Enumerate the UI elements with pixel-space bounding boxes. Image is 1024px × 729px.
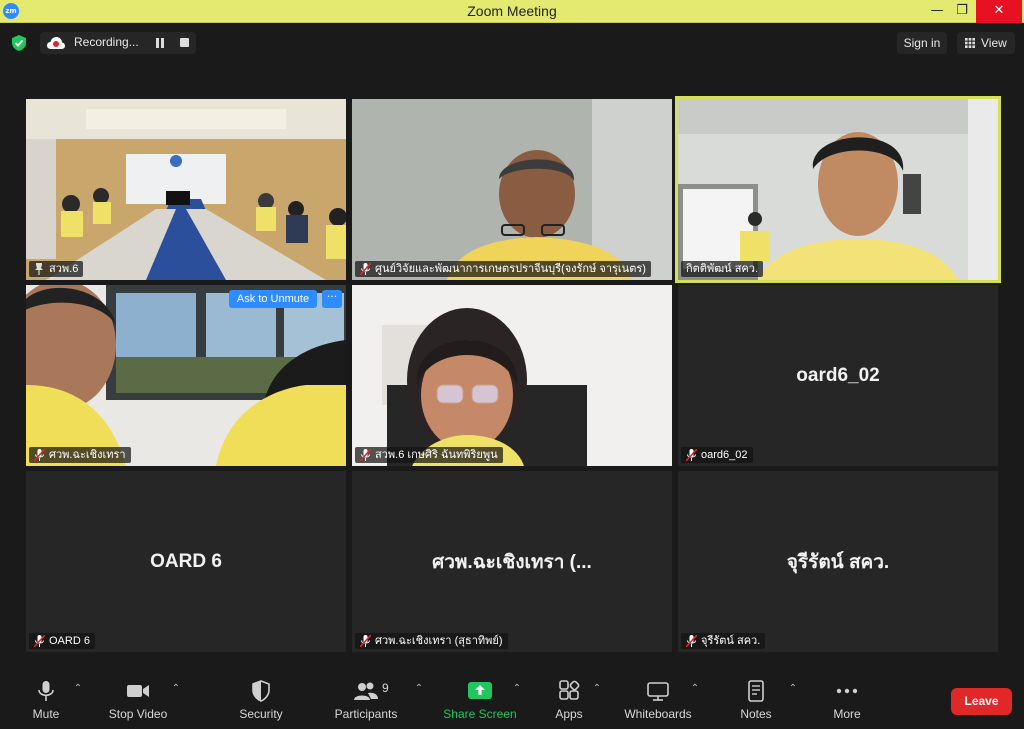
participants-icon — [354, 682, 378, 700]
audio-options-chevron-icon[interactable]: ⌃ — [73, 684, 83, 694]
participant-name: ศวพ.ฉะเชิงเทรา — [49, 449, 126, 461]
participant-name: สวพ.6 — [49, 263, 79, 275]
participant-name-tag: สวพ.6 เกษศิริ ฉันทพิริยพูน — [355, 447, 503, 463]
mic-off-icon — [34, 449, 45, 461]
stop-recording-icon[interactable] — [180, 38, 189, 47]
mic-off-icon — [34, 635, 45, 647]
video-tile-7[interactable]: OARD 6 OARD 6 — [26, 471, 346, 652]
view-label: View — [981, 36, 1007, 50]
notes-options-chevron-icon[interactable]: ⌃ — [788, 684, 798, 694]
tile-more-options-button[interactable]: ··· — [322, 290, 342, 308]
security-button[interactable]: Security — [234, 672, 288, 729]
conference-room-video — [26, 99, 346, 280]
encryption-shield-icon[interactable] — [12, 35, 26, 51]
participant-video — [352, 99, 672, 280]
participant-video — [26, 285, 346, 466]
video-tile-1[interactable]: สวพ.6 — [26, 99, 346, 280]
mute-button[interactable]: Mute — [22, 672, 70, 729]
video-options-chevron-icon[interactable]: ⌃ — [171, 684, 181, 694]
participants-options-chevron-icon[interactable]: ⌃ — [414, 684, 424, 694]
notes-button[interactable]: Notes — [734, 672, 778, 729]
video-tile-4[interactable]: Ask to Unmute ··· ศวพ.ฉะเชิงเทรา — [26, 285, 346, 466]
video-camera-icon — [127, 685, 149, 697]
participant-name-tag: ศวพ.ฉะเชิงเทรา — [29, 447, 131, 463]
participant-display-name: oard6_02 — [796, 364, 880, 386]
participant-name: ศูนย์วิจัยและพัฒนาการเกษตรปราจีนบุรี(จงร… — [375, 263, 646, 275]
security-shield-icon — [252, 680, 270, 702]
grid-view-icon — [965, 38, 975, 48]
participant-name: สวพ.6 เกษศิริ ฉันทพิริยพูน — [375, 449, 498, 461]
participant-name: จุรีรัตน์ สคว. — [701, 635, 761, 647]
participants-count-badge: 9 — [382, 681, 389, 695]
microphone-icon — [38, 681, 54, 701]
notes-label: Notes — [740, 707, 772, 721]
participant-video — [678, 99, 998, 280]
share-options-chevron-icon[interactable]: ⌃ — [512, 684, 522, 694]
share-screen-icon — [468, 682, 492, 699]
participant-name: ศวพ.ฉะเชิงเทรา (สุธาทิพย์) — [375, 635, 503, 647]
participants-label: Participants — [334, 707, 398, 721]
participants-button[interactable]: Participants — [330, 672, 402, 729]
pin-icon — [35, 263, 43, 275]
participant-display-name: จุรีรัตน์ สคว. — [786, 551, 890, 573]
more-dots-icon — [836, 688, 858, 694]
close-button[interactable]: ✕ — [976, 0, 1022, 23]
participant-name-tag: oard6_02 — [681, 447, 753, 463]
recording-label: Recording... — [74, 35, 139, 49]
apps-icon — [559, 680, 580, 700]
video-tile-9[interactable]: จุรีรัตน์ สคว. จุรีรัตน์ สคว. — [678, 471, 998, 652]
whiteboard-options-chevron-icon[interactable]: ⌃ — [690, 684, 700, 694]
recording-indicator: Recording... — [40, 32, 196, 54]
video-tile-3-active-speaker[interactable]: กิตติพัฒน์ สคว. — [675, 96, 1001, 283]
pause-recording-icon[interactable] — [156, 38, 165, 48]
participant-name-tag: ศูนย์วิจัยและพัฒนาการเกษตรปราจีนบุรี(จงร… — [355, 261, 651, 277]
participant-display-name: ศวพ.ฉะเชิงเทรา (... — [432, 551, 592, 573]
notes-icon — [748, 680, 764, 702]
mic-off-icon — [360, 635, 371, 647]
participant-name: กิตติพัฒน์ สคว. — [686, 263, 759, 275]
meeting-topbar: Recording... Sign in View — [0, 23, 1024, 63]
window-title: Zoom Meeting — [467, 3, 557, 19]
video-tile-5[interactable]: สวพ.6 เกษศิริ ฉันทพิริยพูน — [352, 285, 672, 466]
leave-button[interactable]: Leave — [951, 688, 1012, 715]
video-tile-2[interactable]: ศูนย์วิจัยและพัฒนาการเกษตรปราจีนบุรี(จงร… — [352, 99, 672, 280]
maximize-button[interactable]: ❐ — [945, 0, 979, 23]
video-tile-6[interactable]: oard6_02 oard6_02 — [678, 285, 998, 466]
security-label: Security — [239, 707, 283, 721]
stop-video-button[interactable]: Stop Video — [104, 672, 172, 729]
video-tile-8[interactable]: ศวพ.ฉะเชิงเทรา (... ศวพ.ฉะเชิงเทรา (สุธา… — [352, 471, 672, 652]
mic-off-icon — [686, 635, 697, 647]
more-button[interactable]: More — [828, 672, 866, 729]
cloud-recording-icon — [47, 37, 65, 49]
participant-name: OARD 6 — [49, 635, 90, 647]
mic-off-icon — [360, 449, 371, 461]
whiteboards-label: Whiteboards — [624, 707, 692, 721]
share-screen-label: Share Screen — [443, 707, 517, 721]
view-button[interactable]: View — [957, 32, 1015, 54]
participant-name-tag: OARD 6 — [29, 633, 95, 649]
participant-name-tag: จุรีรัตน์ สคว. — [681, 633, 766, 649]
participant-video — [352, 285, 672, 466]
mute-label: Mute — [32, 707, 60, 721]
stop-video-label: Stop Video — [108, 707, 168, 721]
mic-off-icon — [360, 263, 371, 275]
participant-display-name: OARD 6 — [150, 550, 222, 572]
whiteboard-icon — [647, 682, 669, 701]
meeting-toolbar: Mute ⌃ Stop Video ⌃ Security Participant… — [0, 672, 1024, 729]
more-label: More — [833, 707, 861, 721]
apps-label: Apps — [555, 707, 583, 721]
signin-button[interactable]: Sign in — [897, 32, 947, 54]
window-titlebar: zm Zoom Meeting — ❐ ✕ — [0, 0, 1024, 23]
apps-button[interactable]: Apps — [548, 672, 590, 729]
whiteboards-button[interactable]: Whiteboards — [620, 672, 696, 729]
participant-name-tag: สวพ.6 — [29, 261, 84, 277]
mic-off-icon — [686, 449, 697, 461]
ask-to-unmute-button[interactable]: Ask to Unmute — [229, 290, 317, 308]
participant-name-tag: ศวพ.ฉะเชิงเทรา (สุธาทิพย์) — [355, 633, 508, 649]
apps-options-chevron-icon[interactable]: ⌃ — [592, 684, 602, 694]
share-screen-button[interactable]: Share Screen — [442, 672, 518, 729]
participant-name: oard6_02 — [701, 449, 748, 461]
participant-name-tag: กิตติพัฒน์ สคว. — [681, 261, 764, 277]
